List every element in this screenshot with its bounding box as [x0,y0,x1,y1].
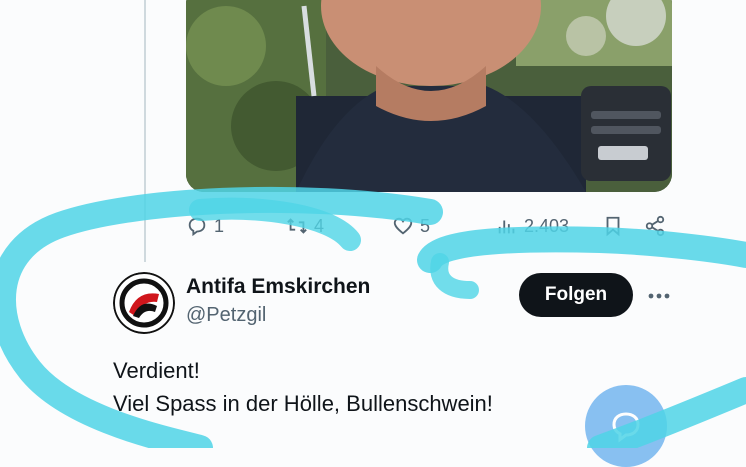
more-icon [648,293,670,299]
bookmark-button[interactable] [602,208,624,244]
author-name[interactable]: Antifa Emskirchen [186,275,370,299]
thread-line [144,0,146,262]
more-options-button[interactable] [645,282,673,310]
share-icon [645,215,665,237]
bookmark-icon [606,216,620,237]
reply-post[interactable]: Antifa Emskirchen @Petzgil Folgen Verdie… [0,260,746,467]
repost-button[interactable]: 4 [286,208,324,244]
post-media-photo[interactable] [186,0,672,192]
views-icon [498,220,515,234]
compose-button[interactable] [585,385,667,467]
antifa-logo-icon [113,272,175,334]
author-handle[interactable]: @Petzgil [186,304,266,327]
reply-text-line: Viel Spass in der Hölle, Bullenschwein! [113,391,493,416]
repost-icon [287,218,307,234]
views-count: 2.403 [524,215,570,236]
follow-button[interactable]: Folgen [519,273,633,317]
reply-button[interactable]: 1 [186,208,224,244]
reply-text: Verdient! Viel Spass in der Hölle, Bulle… [113,354,493,420]
reply-text-line: Verdient! [113,358,200,383]
post-action-bar: 1 4 5 2.403 [186,208,672,244]
like-icon [393,217,413,235]
share-button[interactable] [644,208,666,244]
reply-count: 1 [214,215,225,236]
reply-icon [188,217,206,237]
author-avatar[interactable] [113,272,175,334]
repost-count: 4 [314,215,325,236]
compose-icon [612,412,640,443]
like-count: 5 [420,215,431,236]
views-button[interactable]: 2.403 [496,208,569,244]
photo-image [186,0,672,192]
like-button[interactable]: 5 [392,208,430,244]
